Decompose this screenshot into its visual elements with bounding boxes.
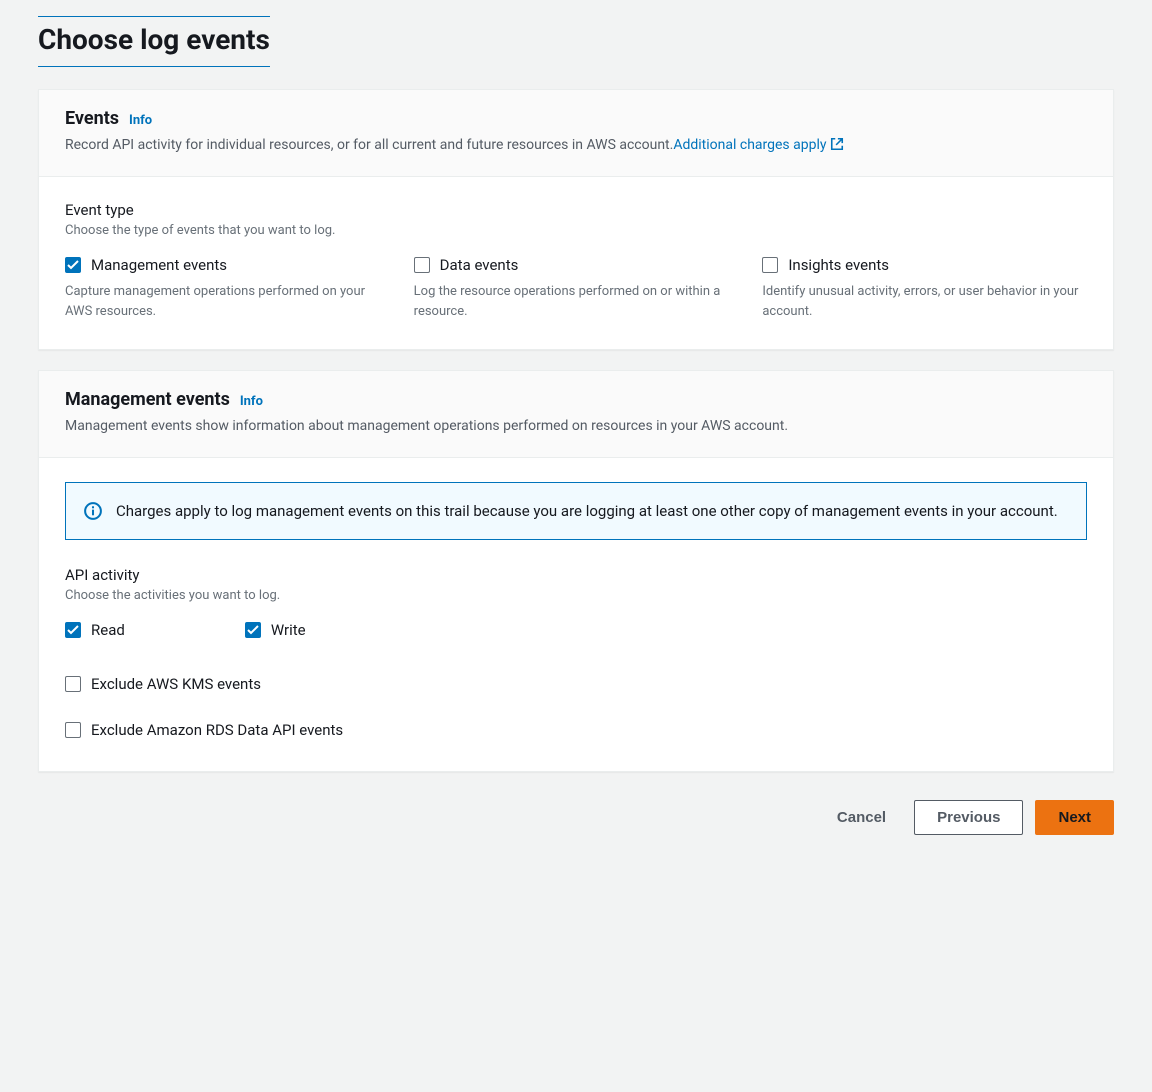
management-info-link[interactable]: Info [240, 394, 263, 409]
events-panel: Events Info Record API activity for indi… [38, 89, 1114, 350]
event-type-hint: Choose the type of events that you want … [65, 223, 1087, 238]
management-panel-title: Management events [65, 389, 230, 410]
charges-alert-text: Charges apply to log management events o… [116, 499, 1058, 523]
checkbox-label: Read [91, 621, 125, 639]
external-icon [830, 137, 844, 151]
previous-button[interactable]: Previous [914, 800, 1023, 835]
management-panel-description: Management events show information about… [65, 416, 1087, 437]
additional-charges-link[interactable]: Additional charges apply [673, 137, 844, 153]
checkbox-write[interactable] [245, 622, 261, 638]
checkbox-label: Data events [440, 256, 519, 274]
checkbox-management-events[interactable] [65, 257, 81, 273]
api-activity-hint: Choose the activities you want to log. [65, 588, 1087, 603]
event-type-insights: Insights events Identify unusual activit… [762, 256, 1087, 321]
checkbox-read[interactable] [65, 622, 81, 638]
checkbox-exclude-kms[interactable] [65, 676, 81, 692]
event-type-label: Event type [65, 201, 1087, 219]
api-activity-label: API activity [65, 566, 1087, 584]
info-icon [84, 502, 102, 520]
checkbox-insights-events[interactable] [762, 257, 778, 273]
checkbox-exclude-rds[interactable] [65, 722, 81, 738]
cancel-button[interactable]: Cancel [821, 800, 902, 835]
events-panel-description: Record API activity for individual resou… [65, 137, 673, 153]
checkbox-label: Exclude AWS KMS events [91, 675, 261, 693]
event-type-desc: Capture management operations performed … [65, 282, 390, 321]
checkbox-data-events[interactable] [414, 257, 430, 273]
checkbox-label: Exclude Amazon RDS Data API events [91, 721, 343, 739]
event-type-data: Data events Log the resource operations … [414, 256, 739, 321]
event-type-management: Management events Capture management ope… [65, 256, 390, 321]
footer-actions: Cancel Previous Next [38, 800, 1114, 835]
checkbox-label: Write [271, 621, 306, 639]
management-events-panel: Management events Info Management events… [38, 370, 1114, 772]
events-panel-title: Events [65, 108, 119, 129]
page-title: Choose log events [38, 16, 270, 67]
event-type-desc: Identify unusual activity, errors, or us… [762, 282, 1087, 321]
event-type-desc: Log the resource operations performed on… [414, 282, 739, 321]
next-button[interactable]: Next [1035, 800, 1114, 835]
checkbox-label: Management events [91, 256, 227, 274]
events-info-link[interactable]: Info [129, 113, 152, 128]
charges-alert: Charges apply to log management events o… [65, 482, 1087, 540]
checkbox-label: Insights events [788, 256, 889, 274]
